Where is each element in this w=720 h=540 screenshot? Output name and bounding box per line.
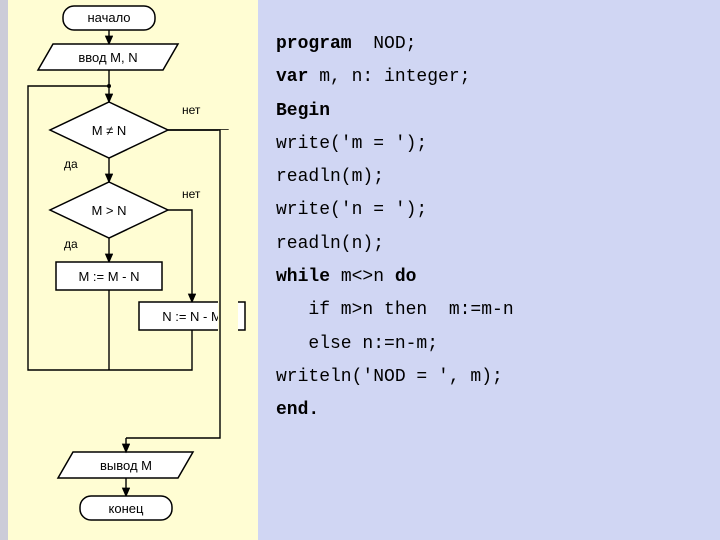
kw-var: var (276, 67, 308, 87)
code-text: m, n: integer; (308, 67, 470, 87)
flow-assign2-label: N := N - M (162, 309, 222, 324)
kw-while: while (276, 267, 330, 287)
flow-cond2-label: M > N (91, 203, 126, 218)
flow-cond2-no: нет (182, 187, 201, 201)
code-line-7: readln(n); (276, 228, 702, 261)
code-line-8: while m<>n do (276, 261, 702, 294)
flow-assign1-label: M := M - N (78, 269, 139, 284)
flow-join-dot (107, 84, 111, 88)
code-line-11: writeln('NOD = ', m); (276, 361, 702, 394)
code-line-3: Begin (276, 95, 702, 128)
code-panel: program NOD; var m, n: integer; Begin wr… (258, 0, 720, 540)
flow-merge-line2 (109, 330, 192, 370)
flowchart-svg: начало ввод M, N M ≠ N нет да M > N нет … (8, 0, 258, 540)
code-line-1: program NOD; (276, 28, 702, 61)
flow-end-label: конец (109, 501, 144, 516)
code-line-10: else n:=n-m; (276, 328, 702, 361)
flow-output-label: вывод M (100, 458, 152, 473)
left-strip (0, 0, 8, 540)
erase (218, 130, 238, 460)
code-line-6: write('n = '); (276, 194, 702, 227)
flow-start-label: начало (87, 10, 130, 25)
code-line-9: if m>n then m:=m-n (276, 294, 702, 327)
flowchart-panel: начало ввод M, N M ≠ N нет да M > N нет … (8, 0, 258, 540)
kw-program: program (276, 34, 352, 54)
flow-cond1-no: нет (182, 103, 201, 117)
code-line-2: var m, n: integer; (276, 61, 702, 94)
flow-cond2-yes: да (64, 237, 78, 251)
kw-do: do (395, 267, 417, 287)
code-line-12: end. (276, 394, 702, 427)
flow-cond1-label: M ≠ N (92, 123, 127, 138)
code-line-5: readln(m); (276, 161, 702, 194)
arrow (168, 210, 192, 302)
flow-cond1-yes: да (64, 157, 78, 171)
code-text: NOD; (352, 34, 417, 54)
flow-input-label: ввод M, N (78, 50, 137, 65)
page: начало ввод M, N M ≠ N нет да M > N нет … (0, 0, 720, 540)
code-line-4: write('m = '); (276, 128, 702, 161)
code-text: m<>n (330, 267, 395, 287)
